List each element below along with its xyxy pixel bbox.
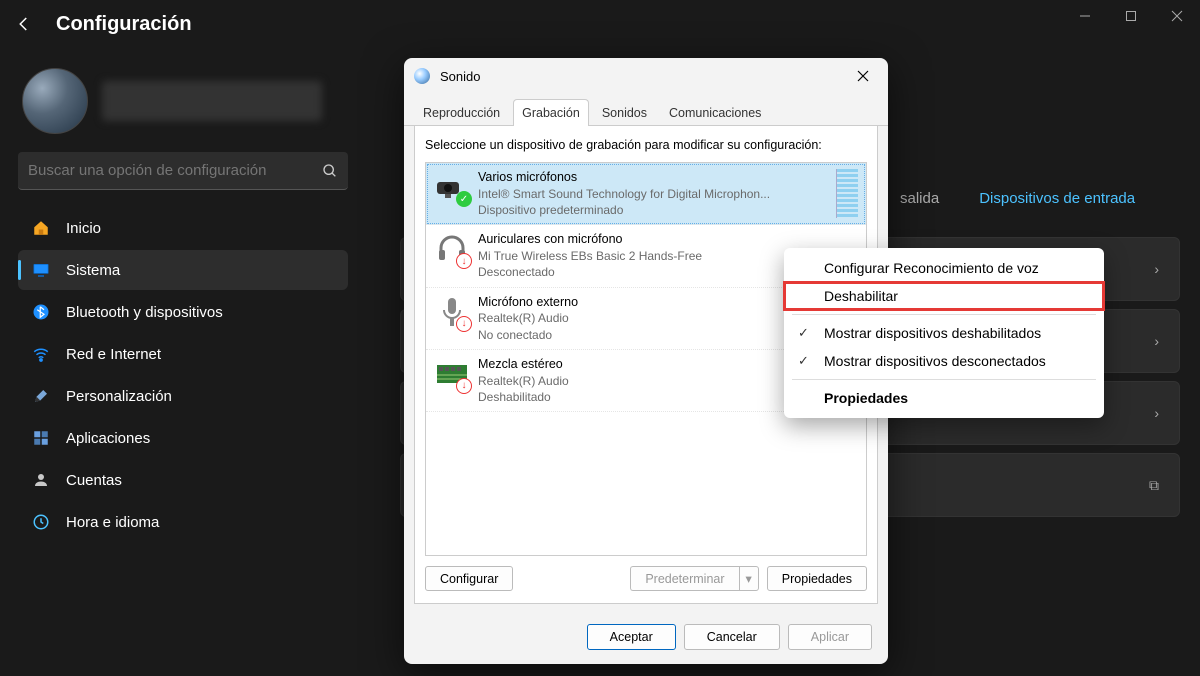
- webcam-mic-icon: ✓: [434, 169, 470, 205]
- device-status: No conectado: [478, 327, 578, 343]
- ctx-show-disconnected[interactable]: Mostrar dispositivos desconectados: [784, 347, 1104, 375]
- device-status: Dispositivo predeterminado: [478, 202, 770, 218]
- status-error-icon: ↓: [456, 253, 472, 269]
- minimize-button[interactable]: [1062, 0, 1108, 32]
- apply-button[interactable]: Aplicar: [788, 624, 872, 650]
- nav-label: Red e Internet: [66, 346, 161, 363]
- dialog-titlebar: Sonido: [404, 58, 888, 94]
- accounts-icon: [32, 471, 50, 489]
- device-driver: Realtek(R) Audio: [478, 310, 578, 326]
- nav-label: Bluetooth y dispositivos: [66, 304, 223, 321]
- configure-button[interactable]: Configurar: [425, 566, 513, 591]
- chevron-right-icon: ›: [1154, 261, 1159, 277]
- search-box[interactable]: [18, 152, 348, 190]
- output-devices-link[interactable]: salida: [900, 190, 939, 207]
- nav-label: Aplicaciones: [66, 430, 150, 447]
- device-name: Mezcla estéreo: [478, 356, 569, 373]
- status-error-icon: ↓: [456, 316, 472, 332]
- tabs: Reproducción Grabación Sonidos Comunicac…: [404, 98, 888, 126]
- input-devices-link[interactable]: Dispositivos de entrada: [979, 190, 1135, 207]
- nav-inicio[interactable]: Inicio: [18, 208, 348, 248]
- nav-hora[interactable]: Hora e idioma: [18, 502, 348, 542]
- close-button[interactable]: [1154, 0, 1200, 32]
- avatar: [22, 68, 88, 134]
- nav-personalizacion[interactable]: Personalización: [18, 376, 348, 416]
- ctx-properties[interactable]: Propiedades: [784, 384, 1104, 412]
- open-icon: ⧉: [1149, 477, 1159, 494]
- nav: Inicio Sistema Bluetooth y dispositivos …: [18, 208, 348, 542]
- time-icon: [32, 513, 50, 531]
- system-icon: [32, 261, 50, 279]
- ctx-show-disabled[interactable]: Mostrar dispositivos deshabilitados: [784, 319, 1104, 347]
- properties-button[interactable]: Propiedades: [767, 566, 867, 591]
- device-driver: Realtek(R) Audio: [478, 373, 569, 389]
- ctx-configure-voice[interactable]: Configurar Reconocimiento de voz: [784, 254, 1104, 282]
- search-input[interactable]: [28, 162, 322, 179]
- device-status: Deshabilitado: [478, 389, 569, 405]
- tab-reproduccion[interactable]: Reproducción: [414, 99, 509, 126]
- dialog-footer: Aceptar Cancelar Aplicar: [404, 614, 888, 664]
- separator: [792, 379, 1096, 380]
- device-name: Auriculares con micrófono: [478, 231, 702, 248]
- search-icon: [322, 163, 338, 179]
- apps-icon: [32, 429, 50, 447]
- device-name: Varios micrófonos: [478, 169, 770, 186]
- nav-red[interactable]: Red e Internet: [18, 334, 348, 374]
- nav-label: Cuentas: [66, 472, 122, 489]
- nav-sistema[interactable]: Sistema: [18, 250, 348, 290]
- nav-aplicaciones[interactable]: Aplicaciones: [18, 418, 348, 458]
- chevron-right-icon: ›: [1154, 333, 1159, 349]
- status-error-icon: ↓: [456, 378, 472, 394]
- context-menu: Configurar Reconocimiento de voz Deshabi…: [784, 248, 1104, 418]
- nav-label: Hora e idioma: [66, 514, 159, 531]
- device-item[interactable]: ✓ Varios micrófonos Intel® Smart Sound T…: [426, 163, 866, 225]
- nav-cuentas[interactable]: Cuentas: [18, 460, 348, 500]
- stereo-mix-icon: ↓: [434, 356, 470, 392]
- profile-info-redacted: [102, 81, 322, 121]
- profile[interactable]: [18, 68, 348, 134]
- instruction-text: Seleccione un dispositivo de grabación p…: [425, 138, 867, 152]
- network-icon: [32, 345, 50, 363]
- status-ok-icon: ✓: [456, 191, 472, 207]
- ok-button[interactable]: Aceptar: [587, 624, 676, 650]
- back-button[interactable]: [8, 8, 40, 40]
- cancel-button[interactable]: Cancelar: [684, 624, 780, 650]
- nav-bluetooth[interactable]: Bluetooth y dispositivos: [18, 292, 348, 332]
- device-buttons: Configurar Predeterminar ▾ Propiedades: [425, 566, 867, 591]
- external-mic-icon: ↓: [434, 294, 470, 330]
- set-default-dropdown[interactable]: ▾: [739, 566, 759, 591]
- dialog-title: Sonido: [440, 69, 848, 84]
- separator: [792, 314, 1096, 315]
- maximize-button[interactable]: [1108, 0, 1154, 32]
- nav-label: Sistema: [66, 262, 120, 279]
- tab-grabacion[interactable]: Grabación: [513, 99, 589, 126]
- nav-label: Inicio: [66, 220, 101, 237]
- app-title: Configuración: [56, 13, 192, 36]
- personalization-icon: [32, 387, 50, 405]
- bluetooth-icon: [32, 303, 50, 321]
- device-driver: Intel® Smart Sound Technology for Digita…: [478, 186, 770, 202]
- device-name: Micrófono externo: [478, 294, 578, 311]
- level-meter: [836, 169, 858, 218]
- tab-comunicaciones[interactable]: Comunicaciones: [660, 99, 770, 126]
- dialog-close-button[interactable]: [848, 61, 878, 91]
- device-status: Desconectado: [478, 264, 702, 280]
- titlebar: Configuración: [0, 0, 1200, 48]
- device-driver: Mi True Wireless EBs Basic 2 Hands-Free: [478, 248, 702, 264]
- chevron-right-icon: ›: [1154, 405, 1159, 421]
- sound-icon: [414, 68, 430, 84]
- nav-label: Personalización: [66, 388, 172, 405]
- ctx-disable[interactable]: Deshabilitar: [784, 282, 1104, 310]
- headset-icon: ↓: [434, 231, 470, 267]
- sidebar: Inicio Sistema Bluetooth y dispositivos …: [0, 60, 360, 542]
- set-default-button[interactable]: Predeterminar: [630, 566, 738, 591]
- tab-sonidos[interactable]: Sonidos: [593, 99, 656, 126]
- window-controls: [1062, 0, 1200, 48]
- home-icon: [32, 219, 50, 237]
